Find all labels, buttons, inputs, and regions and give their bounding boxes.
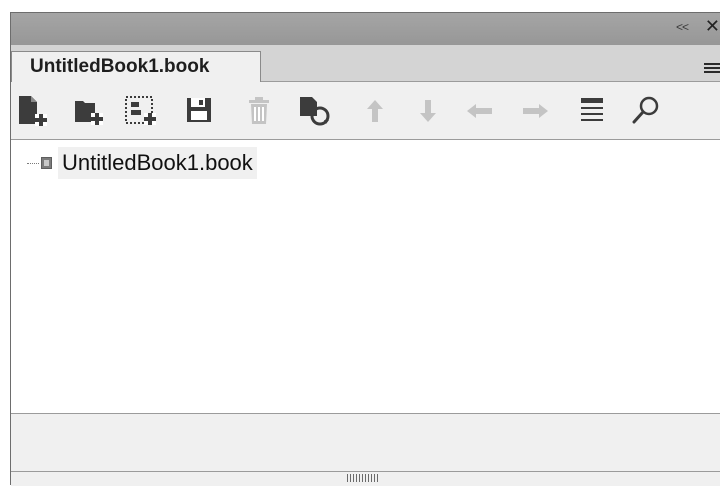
add-document-icon xyxy=(19,96,47,126)
move-right-button[interactable] xyxy=(517,94,551,128)
move-up-button[interactable] xyxy=(362,94,396,128)
move-left-button[interactable] xyxy=(464,94,498,128)
add-chapter-button[interactable] xyxy=(73,94,107,128)
move-down-button[interactable] xyxy=(415,94,449,128)
book-panel: << ✕ UntitledBook1.book UntitledBook1.bo… xyxy=(10,12,720,486)
save-icon xyxy=(187,98,211,122)
panel-menu-icon[interactable] xyxy=(704,63,720,75)
move-left-icon xyxy=(467,104,492,118)
tab-row: UntitledBook1.book xyxy=(11,45,720,82)
move-up-icon xyxy=(367,100,383,122)
bottom-strip xyxy=(11,472,720,486)
resize-grip-icon[interactable] xyxy=(347,474,379,482)
search-button[interactable] xyxy=(629,94,663,128)
status-area xyxy=(11,414,720,472)
delete-button[interactable] xyxy=(243,94,277,128)
add-selection-button[interactable] xyxy=(124,94,158,128)
close-panel-button[interactable]: ✕ xyxy=(705,17,720,35)
panel-title-bar[interactable]: << ✕ xyxy=(11,13,720,45)
add-selection-icon xyxy=(125,96,156,125)
delete-icon xyxy=(249,97,269,124)
update-button[interactable] xyxy=(297,94,331,128)
update-icon xyxy=(300,97,330,126)
tree-root-label[interactable]: UntitledBook1.book xyxy=(58,147,257,179)
add-document-button[interactable] xyxy=(17,94,51,128)
tree-connector xyxy=(27,162,39,164)
add-folder-icon xyxy=(75,101,103,125)
properties-icon xyxy=(581,98,603,121)
move-right-icon xyxy=(523,104,548,118)
save-button[interactable] xyxy=(183,94,217,128)
book-icon xyxy=(41,157,52,169)
search-icon xyxy=(632,96,659,124)
move-down-icon xyxy=(420,100,436,122)
tree-root-item[interactable]: UntitledBook1.book xyxy=(27,147,257,179)
collapse-panel-button[interactable]: << xyxy=(676,20,689,34)
tab-book[interactable]: UntitledBook1.book xyxy=(11,51,261,82)
toolbar xyxy=(11,82,720,140)
properties-button[interactable] xyxy=(577,94,611,128)
book-tree: UntitledBook1.book xyxy=(11,140,720,414)
